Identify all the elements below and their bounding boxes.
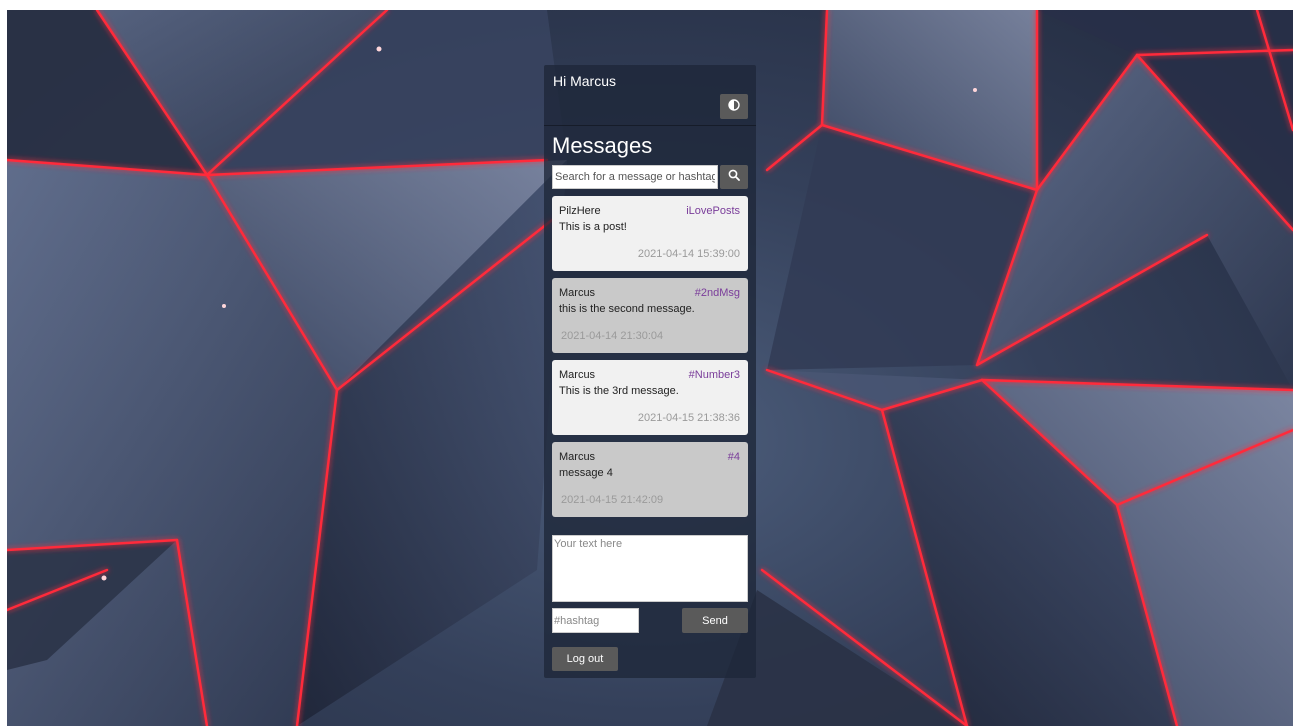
- message-author: Marcus: [559, 287, 596, 299]
- message-card: Marcus #2ndMsg this is the second messag…: [552, 278, 748, 353]
- search-icon: [728, 168, 740, 186]
- message-text: message 4: [559, 467, 613, 479]
- search-button[interactable]: [720, 165, 748, 189]
- message-timestamp: 2021-04-15 21:42:09: [561, 494, 664, 506]
- message-hashtag: #4: [727, 451, 740, 463]
- chat-panel: Hi Marcus Messages PilzHere iLovePosts T…: [544, 65, 756, 678]
- header-divider: [544, 125, 756, 126]
- message-textarea[interactable]: [552, 535, 748, 602]
- message-card: Marcus #Number3 This is the 3rd message.…: [552, 360, 748, 435]
- message-hashtag: #Number3: [688, 369, 740, 381]
- theme-toggle-button[interactable]: [720, 94, 748, 119]
- search-input[interactable]: [552, 165, 718, 189]
- message-timestamp: 2021-04-14 21:30:04: [561, 330, 664, 342]
- message-text: this is the second message.: [559, 303, 695, 315]
- message-author: PilzHere: [559, 205, 601, 217]
- message-card: Marcus #4 message 4 2021-04-15 21:42:09: [552, 442, 748, 517]
- message-timestamp: 2021-04-15 21:38:36: [637, 412, 740, 424]
- hashtag-input[interactable]: [552, 608, 639, 633]
- message-author: Marcus: [559, 369, 596, 381]
- logout-button[interactable]: Log out: [552, 647, 618, 671]
- message-timestamp: 2021-04-14 15:39:00: [637, 248, 740, 260]
- message-hashtag: iLovePosts: [686, 205, 740, 217]
- greeting-text: Hi Marcus: [553, 73, 617, 89]
- message-text: This is a post!: [559, 221, 627, 233]
- message-card: PilzHere iLovePosts This is a post! 2021…: [552, 196, 748, 271]
- message-hashtag: #2ndMsg: [694, 287, 740, 299]
- contrast-icon: [728, 98, 740, 116]
- send-button[interactable]: Send: [682, 608, 748, 633]
- message-author: Marcus: [559, 451, 596, 463]
- page-title: Messages: [552, 133, 653, 158]
- message-text: This is the 3rd message.: [559, 385, 679, 397]
